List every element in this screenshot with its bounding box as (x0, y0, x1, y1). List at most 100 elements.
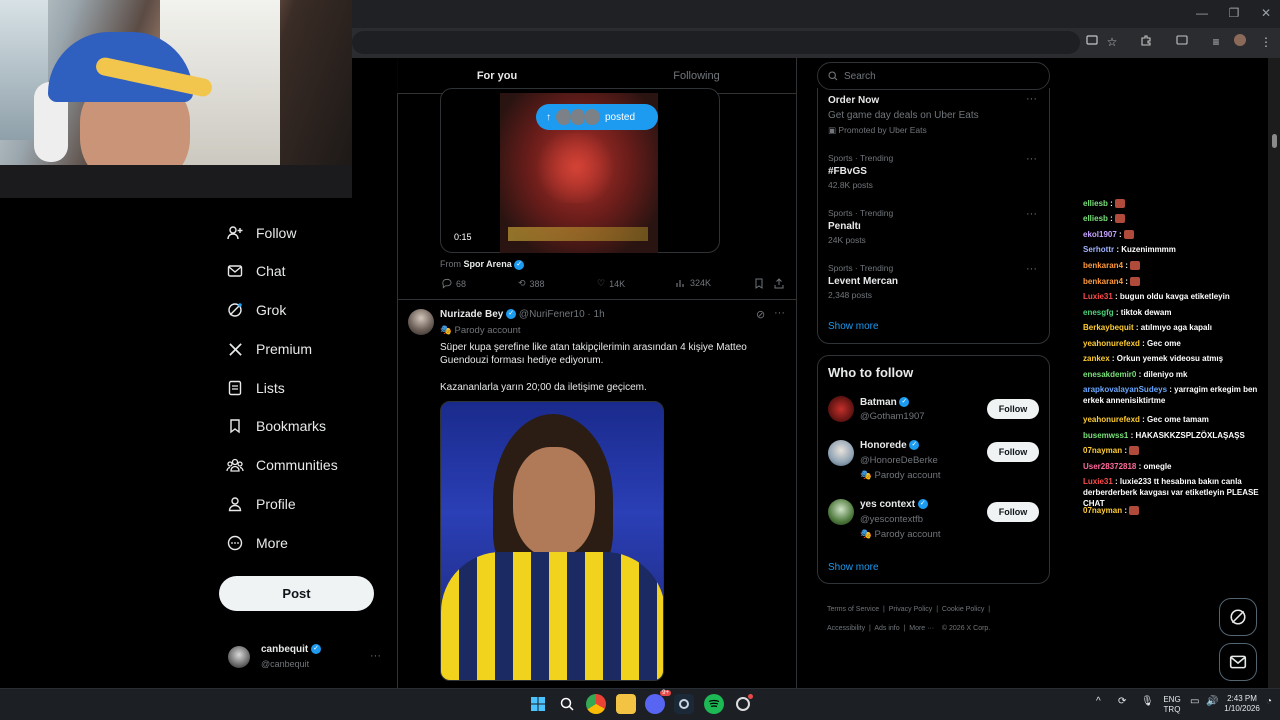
trends-show-more[interactable]: Show more (828, 321, 879, 332)
suggested-account-name[interactable]: yes context ✓ (860, 499, 928, 510)
screenshot-icon[interactable] (1082, 33, 1102, 51)
tweet-image[interactable] (440, 401, 664, 681)
extensions-icon[interactable] (1136, 33, 1156, 51)
trend-more-icon[interactable]: ··· (1026, 153, 1037, 165)
chat-username[interactable]: benkaran4 (1083, 277, 1123, 286)
footer-link-privacy[interactable]: Privacy Policy (889, 606, 933, 613)
avatar[interactable] (828, 396, 854, 422)
page-scrollbar[interactable] (1268, 58, 1280, 688)
nav-item-grok[interactable]: Grok (226, 298, 286, 322)
avatar[interactable] (828, 499, 854, 525)
obs-icon[interactable] (733, 694, 753, 714)
trend-item[interactable]: Sports · Trending #FBvGS 42.8K posts (828, 153, 1038, 190)
file-explorer-icon[interactable] (616, 694, 636, 714)
nav-item-premium[interactable]: Premium (226, 337, 312, 361)
chat-username[interactable]: 07nayman (1083, 506, 1122, 515)
search-icon[interactable] (557, 694, 577, 714)
chat-username[interactable]: 07nayman (1083, 446, 1122, 455)
account-more-icon[interactable]: ··· (370, 650, 381, 662)
bookmark-tweet-button[interactable] (754, 278, 764, 289)
steam-icon[interactable] (674, 694, 694, 714)
chat-username[interactable]: yeahonurefexd (1083, 339, 1140, 348)
like-button[interactable]: ♡ 14K (597, 278, 625, 289)
nav-item-more[interactable]: More (226, 531, 288, 555)
trend-more-icon[interactable]: ··· (1026, 208, 1037, 220)
maximize-button[interactable]: ❐ (1224, 4, 1244, 22)
microphone-icon[interactable]: 🎙 (1141, 697, 1154, 707)
chat-username[interactable]: elliesb (1083, 214, 1108, 223)
reply-button[interactable]: 68 (441, 278, 466, 289)
promo-more-icon[interactable]: ··· (1026, 93, 1037, 105)
footer-link-accessibility[interactable]: Accessibility (827, 625, 865, 632)
footer-link-terms[interactable]: Terms of Service (827, 606, 879, 613)
post-button[interactable]: Post (219, 576, 374, 611)
chat-username[interactable]: elliesb (1083, 199, 1108, 208)
messages-float-button[interactable] (1219, 643, 1257, 681)
source-link[interactable]: Spor Arena (464, 259, 512, 269)
tab-search-icon[interactable] (1172, 33, 1192, 51)
account-switcher[interactable]: canbequit ✓ @canbequit ··· (228, 644, 388, 674)
chat-username[interactable]: busemwss1 (1083, 431, 1128, 440)
footer-link-cookie[interactable]: Cookie Policy (942, 606, 984, 613)
views-button[interactable]: 324K (676, 278, 711, 288)
tray-overflow-icon[interactable]: ^ (1096, 697, 1101, 707)
avatar[interactable] (828, 440, 854, 466)
share-button[interactable] (774, 278, 784, 289)
spotify-icon[interactable] (704, 694, 724, 714)
input-language[interactable]: ENG TRQ (1160, 695, 1184, 715)
chat-username[interactable]: enesgfg (1083, 308, 1114, 317)
bookmark-star-icon[interactable]: ☆ (1102, 33, 1122, 51)
follow-button[interactable]: Follow (987, 442, 1039, 462)
chat-username[interactable]: arapkovalayanSudeys (1083, 385, 1167, 394)
notification-bell-icon[interactable]: ◔ (1266, 697, 1272, 707)
discord-icon[interactable]: 9+ (645, 690, 671, 714)
chat-username[interactable]: User28372818 (1083, 462, 1136, 471)
chat-username[interactable]: Luxie31 (1083, 292, 1113, 301)
minimize-button[interactable]: — (1192, 4, 1212, 22)
chat-username[interactable]: benkaran4 (1083, 261, 1123, 270)
search-box[interactable]: Search (817, 62, 1050, 90)
clock[interactable]: 2:43 PM 1/10/2026 (1222, 694, 1262, 714)
chat-username[interactable]: zankex (1083, 354, 1110, 363)
chat-username[interactable]: ekol1907 (1083, 230, 1117, 239)
follow-button[interactable]: Follow (987, 399, 1039, 419)
footer-link-more[interactable]: More ··· (909, 625, 934, 632)
display-icon[interactable]: ▭ (1190, 697, 1199, 707)
nav-item-lists[interactable]: Lists (226, 376, 285, 400)
chat-username[interactable]: Luxie31 (1083, 477, 1113, 486)
follow-button[interactable]: Follow (987, 502, 1039, 522)
page-scrollbar-thumb[interactable] (1272, 134, 1277, 148)
close-window-button[interactable]: ✕ (1256, 4, 1276, 22)
media-control-icon[interactable]: ≡ (1206, 33, 1226, 51)
network-sync-icon[interactable]: ⟳ (1118, 697, 1126, 707)
trend-item[interactable]: Sports · Trending Penaltı 24K posts (828, 208, 1038, 245)
nav-item-communities[interactable]: Communities (226, 453, 338, 477)
chat-username[interactable]: Serhottr (1083, 245, 1114, 254)
chrome-icon[interactable] (586, 694, 606, 714)
new-posts-pill[interactable]: ↑ posted (536, 104, 658, 130)
grok-explain-icon[interactable]: ⊘ (756, 308, 765, 321)
nav-item-chat[interactable]: Chat (226, 259, 286, 283)
address-bar[interactable] (352, 31, 1080, 54)
tweet-author-name[interactable]: Nurizade Bey (440, 309, 503, 320)
nav-item-bookmarks[interactable]: Bookmarks (226, 414, 326, 438)
nav-item-profile[interactable]: Profile (226, 492, 296, 516)
windows-start-icon[interactable] (528, 694, 548, 714)
trend-item[interactable]: Sports · Trending Levent Mercan 2,348 po… (828, 263, 1038, 300)
browser-menu-icon[interactable]: ⋮ (1256, 33, 1276, 51)
nav-item-follow[interactable]: Follow (226, 221, 296, 245)
chat-username[interactable]: Berkaybequit (1083, 323, 1134, 332)
suggested-account-name[interactable]: Honorede ✓ (860, 440, 920, 451)
volume-icon[interactable]: 🔊 (1206, 697, 1218, 707)
avatar[interactable] (408, 309, 434, 335)
who-to-follow-show-more[interactable]: Show more (828, 562, 879, 573)
chat-username[interactable]: yeahonurefexd (1083, 415, 1140, 424)
tweet-more-icon[interactable]: ··· (774, 307, 785, 319)
profile-avatar-icon[interactable] (1230, 33, 1250, 51)
suggested-account-name[interactable]: Batman ✓ (860, 397, 910, 408)
promo-title[interactable]: Order Now (828, 95, 879, 106)
grok-float-button[interactable] (1219, 598, 1257, 636)
footer-link-ads[interactable]: Ads info (874, 625, 899, 632)
trend-more-icon[interactable]: ··· (1026, 263, 1037, 275)
repost-button[interactable]: ⟲ 388 (518, 278, 545, 289)
